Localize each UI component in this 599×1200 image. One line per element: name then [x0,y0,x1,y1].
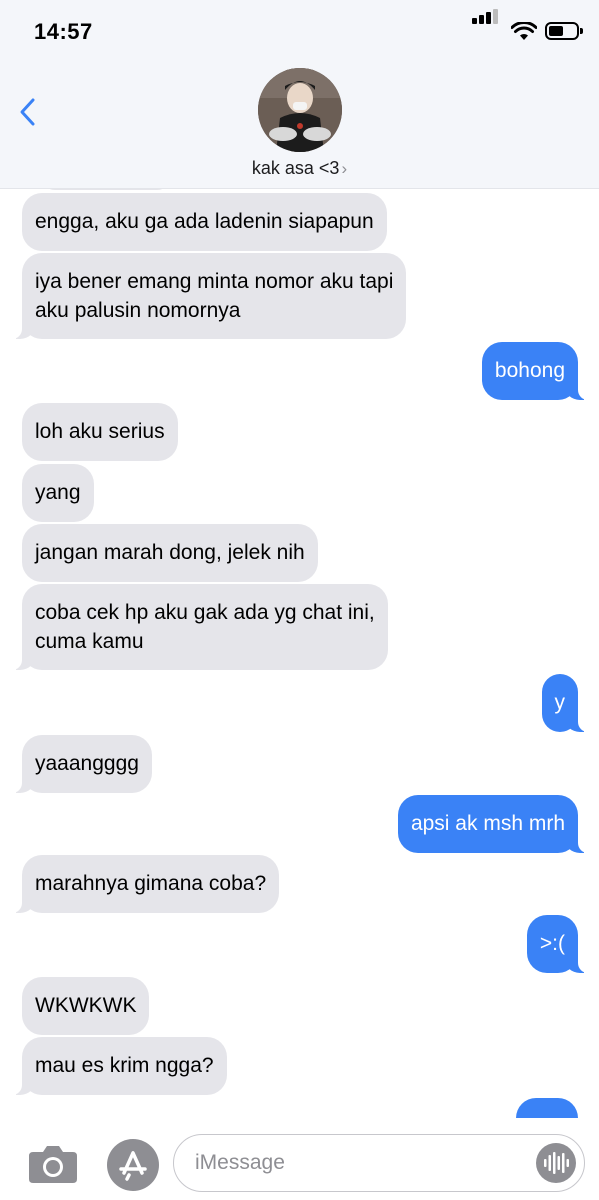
message-bubble-incoming[interactable]: yaaangggg [12,735,152,793]
contact-name-button[interactable]: kak asa <3 › [0,158,599,179]
message-bubble-outgoing[interactable]: >:( [526,915,589,973]
battery-icon [545,22,583,40]
contact-name: kak asa <3 [251,158,340,178]
message-bubble-outgoing[interactable]: apsi ak msh mrh [397,795,589,853]
message-bubble-incoming[interactable]: yang [22,464,94,522]
message-bubble-incoming[interactable]: loh aku serius [22,403,178,461]
message-bubble-incoming[interactable]: marahnya gimana coba? [11,855,280,913]
message-bubble-incoming[interactable]: jangan marah dong, jelek nih [22,524,318,582]
message-composer: iMessage [0,1118,599,1200]
chevron-right-icon: › [341,159,348,178]
camera-icon[interactable] [27,1144,79,1184]
message-bubble-incoming[interactable]: WKWKWK [22,977,150,1035]
message-bubble-outgoing[interactable]: y [541,674,588,732]
app-store-icon[interactable] [107,1139,159,1191]
message-bubble-incoming[interactable]: engga, aku ga ada ladenin siapapun [22,193,387,251]
status-time: 14:57 [34,19,93,44]
imessage-placeholder: iMessage [195,1151,285,1174]
message-bubble-incoming[interactable]: coba cek hp aku gak ada yg chat ini, cuma… [12,584,388,670]
message-bubble-outgoing[interactable]: bohong [481,342,589,400]
message-bubble-incoming[interactable]: mau es krim ngga? [12,1037,227,1095]
audio-waveform-icon[interactable] [536,1143,576,1183]
imessage-input[interactable]: iMessage [173,1134,585,1192]
chevron-left-icon[interactable] [14,92,44,132]
wifi-icon [511,22,537,40]
conversation-header: kak asa <3 › [0,60,599,189]
contact-avatar[interactable] [258,68,342,152]
status-bar: 14:57 [0,0,599,60]
message-bubble-incoming[interactable]: iya bener emang minta nomor aku tapi aku … [11,253,407,339]
